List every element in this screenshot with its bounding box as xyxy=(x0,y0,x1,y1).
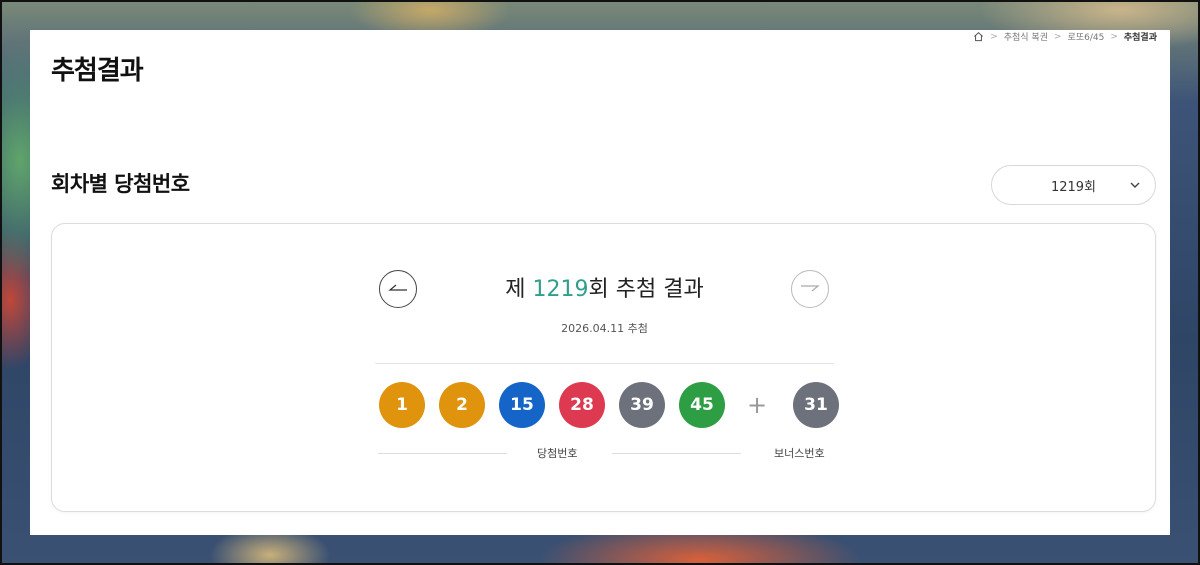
plus-icon: + xyxy=(746,391,768,419)
number-ball: 45 xyxy=(679,382,725,428)
number-ball: 39 xyxy=(619,382,665,428)
divider xyxy=(375,363,834,364)
breadcrumb-separator: > xyxy=(1110,31,1118,42)
winning-numbers-label: 당첨번호 xyxy=(537,447,578,460)
winning-numbers: 1 2 15 28 39 45 + 31 xyxy=(379,382,853,428)
breadcrumb: > 추첨식 복권 > 로또6/45 > 추첨결과 xyxy=(973,30,1157,43)
round-select[interactable]: 1219회 xyxy=(991,165,1156,205)
legend-line xyxy=(612,453,741,454)
section-title: 회차별 당첨번호 xyxy=(51,172,190,196)
draw-title-suffix: 회 추첨 결과 xyxy=(588,277,704,302)
arrow-right-icon xyxy=(799,280,821,299)
round-select-value: 1219회 xyxy=(1050,179,1097,195)
result-card: 제 1219회 추첨 결과 2026.04.11 추첨 1 2 15 28 39… xyxy=(51,223,1156,512)
draw-date: 2026.04.11 추첨 xyxy=(561,322,648,335)
next-round-button[interactable] xyxy=(791,270,829,308)
number-ball: 15 xyxy=(499,382,545,428)
home-icon[interactable] xyxy=(973,31,984,42)
breadcrumb-separator: > xyxy=(990,31,998,42)
chevron-down-icon xyxy=(1129,179,1141,195)
number-ball: 1 xyxy=(379,382,425,428)
breadcrumb-item-lotto645[interactable]: 로또6/45 xyxy=(1068,30,1105,43)
bonus-ball: 31 xyxy=(793,382,839,428)
page-title: 추첨결과 xyxy=(51,56,144,86)
draw-title-prefix: 제 xyxy=(505,277,533,302)
legend-line xyxy=(378,453,507,454)
breadcrumb-item-lottery[interactable]: 추첨식 복권 xyxy=(1004,30,1048,43)
number-ball: 2 xyxy=(439,382,485,428)
bonus-number-label: 보너스번호 xyxy=(774,447,825,460)
number-ball: 28 xyxy=(559,382,605,428)
breadcrumb-separator: > xyxy=(1054,31,1062,42)
draw-round-number: 1219 xyxy=(532,277,589,302)
draw-title: 제 1219회 추첨 결과 xyxy=(52,271,1157,303)
breadcrumb-current: 추첨결과 xyxy=(1123,33,1157,43)
main-panel: > 추첨식 복권 > 로또6/45 > 추첨결과 추첨결과 회차별 당첨번호 1… xyxy=(30,30,1170,535)
